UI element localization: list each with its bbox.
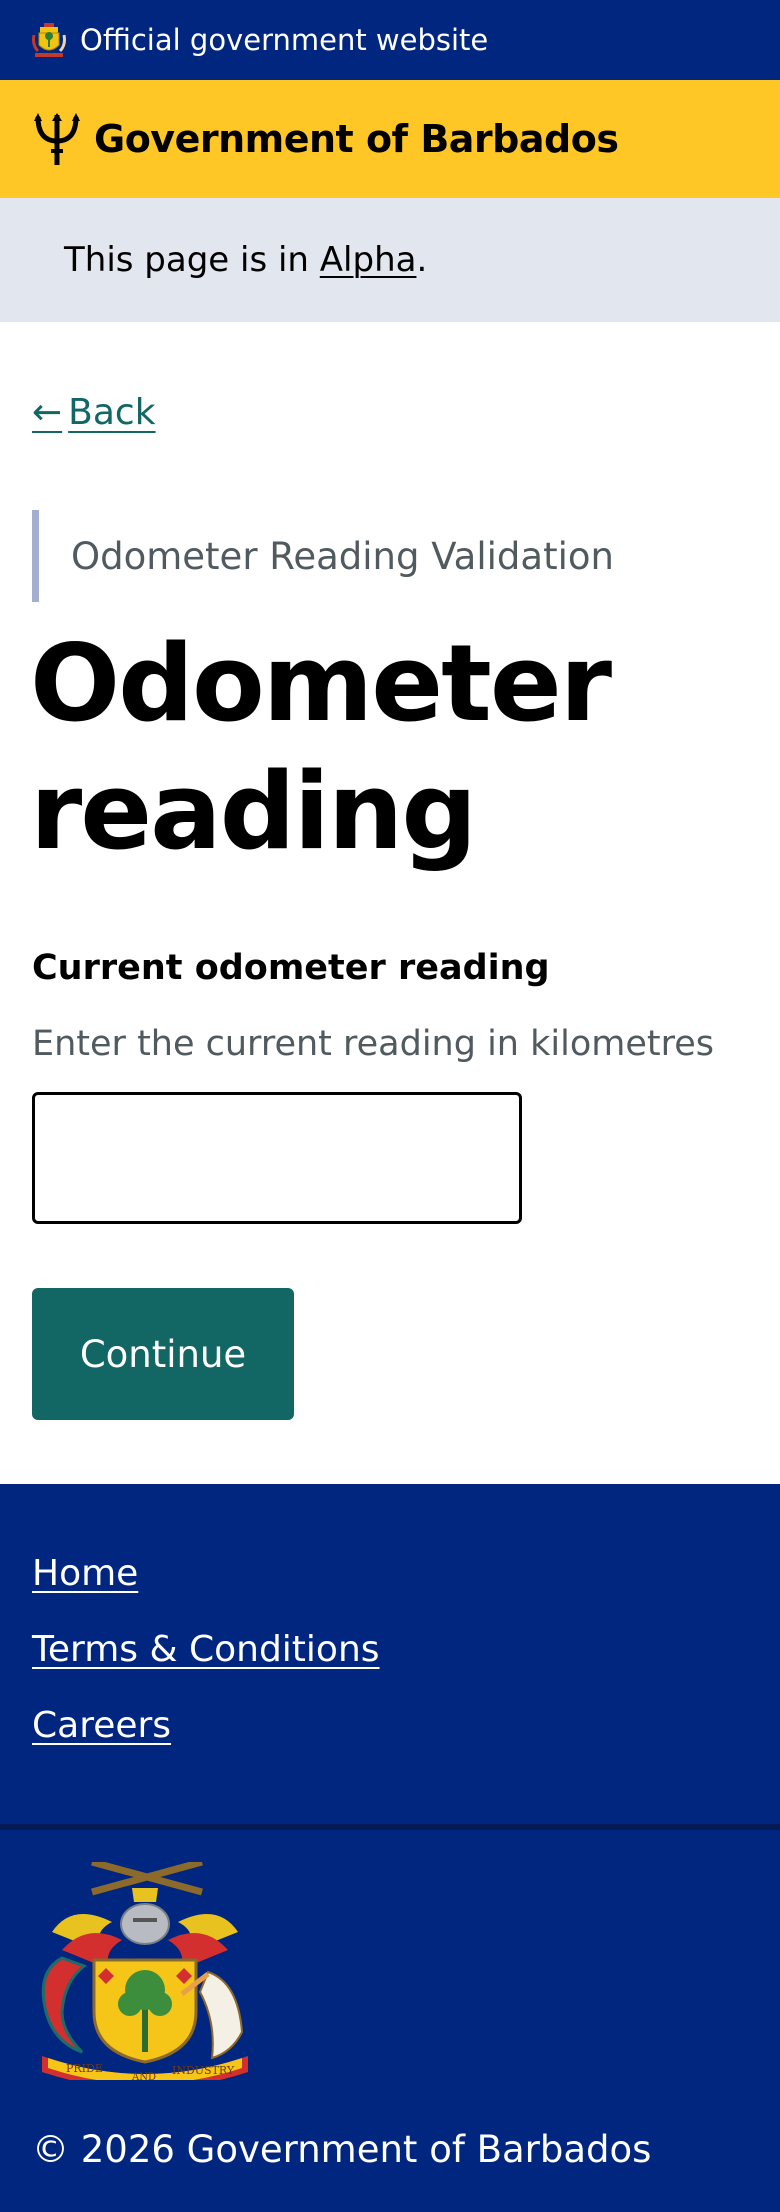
crest-motto-pride: PRIDE (66, 2062, 103, 2075)
continue-button[interactable]: Continue (32, 1288, 294, 1420)
footer-link-terms[interactable]: Terms & Conditions (32, 1632, 380, 1708)
trident-icon (34, 113, 80, 165)
footer-link-home[interactable]: Home (32, 1556, 380, 1632)
coat-of-arms-icon (32, 23, 66, 57)
brand-title[interactable]: Government of Barbados (94, 117, 619, 161)
site-footer: Home Terms & Conditions Careers PRIDE AN… (0, 1484, 780, 2212)
back-link[interactable]: ← Back (32, 392, 156, 433)
phase-banner-suffix: . (416, 240, 428, 280)
odometer-reading-input[interactable] (32, 1092, 522, 1224)
official-website-text: Official government website (80, 22, 489, 57)
phase-banner: This page is in Alpha . (0, 198, 780, 322)
phase-alpha-link[interactable]: Alpha (320, 240, 417, 280)
crest-motto-and: AND (131, 2072, 156, 2080)
back-link-label: Back (68, 392, 156, 433)
footer-divider (0, 1824, 780, 1830)
odometer-field-label: Current odometer reading (32, 948, 550, 988)
caption-text: Odometer Reading Validation (71, 534, 614, 578)
phase-banner-prefix: This page is in (64, 240, 320, 280)
coat-of-arms-icon: PRIDE AND INDUSTRY (41, 1862, 248, 2080)
back-arrow-icon: ← (32, 392, 63, 433)
copyright-text: © 2026 Government of Barbados (32, 2128, 652, 2171)
brand-bar: Government of Barbados (0, 80, 780, 198)
footer-nav: Home Terms & Conditions Careers (32, 1556, 380, 1784)
service-caption: Odometer Reading Validation (32, 510, 614, 602)
odometer-field-hint: Enter the current reading in kilometres (32, 1024, 714, 1064)
page-title: Odometer reading (30, 622, 612, 874)
official-banner: Official government website (0, 0, 780, 80)
footer-link-careers[interactable]: Careers (32, 1708, 380, 1784)
crest-motto-industry: INDUSTRY (172, 2064, 235, 2077)
